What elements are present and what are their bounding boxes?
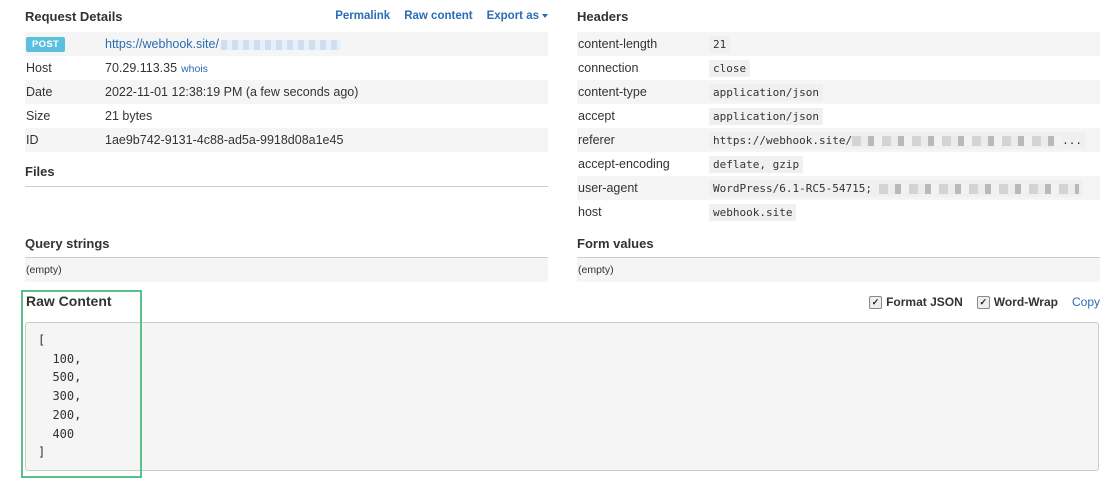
- headers-header: Headers: [577, 0, 1100, 32]
- request-details-title: Request Details: [25, 8, 123, 24]
- table-row: POST https://webhook.site/: [25, 32, 548, 56]
- files-section: Files: [25, 164, 548, 187]
- host-value: 70.29.113.35: [105, 61, 178, 75]
- redacted-referer: [852, 136, 1063, 146]
- table-row: Host 70.29.113.35 whois: [25, 56, 548, 80]
- header-value-cell: application/json: [708, 80, 1100, 104]
- raw-content-body: [ 100, 500, 300, 200, 400 ]: [38, 333, 82, 460]
- format-json-label: Format JSON: [886, 295, 963, 309]
- raw-content-header: Raw Content ✓ Format JSON ✓ Word-Wrap Copy: [25, 293, 1100, 317]
- raw-content-tools: ✓ Format JSON ✓ Word-Wrap Copy: [869, 295, 1100, 309]
- header-value-cell: application/json: [708, 104, 1100, 128]
- raw-content-box[interactable]: [ 100, 500, 300, 200, 400 ]: [25, 322, 1099, 471]
- permalink-link[interactable]: Permalink: [335, 10, 390, 22]
- user-agent-value: WordPress/6.1-RC5-54715;: [713, 182, 872, 195]
- files-title: Files: [25, 164, 55, 179]
- request-url-link[interactable]: https://webhook.site/: [105, 37, 341, 51]
- table-row: connection close: [577, 56, 1100, 80]
- query-strings-empty: (empty): [25, 258, 548, 282]
- header-value: close: [709, 60, 751, 77]
- query-strings-title: Query strings: [25, 236, 110, 251]
- header-value-cell: 21: [708, 32, 1100, 56]
- table-row: content-length 21: [577, 32, 1100, 56]
- export-as-dropdown[interactable]: Export as: [487, 10, 548, 22]
- header-value-cell: WordPress/6.1-RC5-54715;: [708, 176, 1100, 200]
- query-strings-section: Query strings (empty): [25, 236, 548, 282]
- header-value-user-agent: WordPress/6.1-RC5-54715;: [709, 180, 1083, 197]
- raw-content-link[interactable]: Raw content: [404, 10, 472, 22]
- form-values-section: Form values (empty): [577, 236, 1100, 282]
- method-cell: POST: [25, 32, 104, 56]
- header-key: content-type: [577, 80, 708, 104]
- row-key: ID: [25, 128, 104, 152]
- header-key: connection: [578, 61, 639, 75]
- header-key: accept: [578, 109, 615, 123]
- word-wrap-toggle[interactable]: ✓ Word-Wrap: [976, 295, 1058, 309]
- headers-title: Headers: [577, 8, 629, 24]
- format-json-toggle[interactable]: ✓ Format JSON: [869, 295, 963, 309]
- request-details-table: POST https://webhook.site/ Host 70.29.11…: [25, 32, 548, 152]
- row-key: Date: [25, 80, 104, 104]
- export-as-label: Export as: [486, 10, 539, 22]
- header-value: 21: [709, 36, 731, 53]
- table-row: Date 2022-11-01 12:38:19 PM (a few secon…: [25, 80, 548, 104]
- header-value-cell: https://webhook.site/...: [708, 128, 1100, 152]
- caret-down-icon: [542, 13, 548, 18]
- table-row: accept-encoding deflate, gzip: [577, 152, 1100, 176]
- header-value: deflate, gzip: [709, 156, 804, 173]
- header-value-cell: close: [708, 56, 1100, 80]
- checkbox-checked-icon[interactable]: ✓: [976, 295, 990, 309]
- row-value: 2022-11-01 12:38:19 PM (a few seconds ag…: [104, 80, 548, 104]
- header-key: referer: [577, 128, 708, 152]
- headers-panel: Headers content-length 21 connection close…: [577, 0, 1100, 282]
- request-url-text: https://webhook.site/: [105, 37, 219, 51]
- table-row: Size 21 bytes: [25, 104, 548, 128]
- header-key: content-length: [577, 32, 708, 56]
- word-wrap-label: Word-Wrap: [993, 295, 1058, 309]
- files-divider: [25, 186, 548, 187]
- header-value: application/json: [709, 84, 823, 101]
- header-key: user-agent: [577, 176, 708, 200]
- header-value-cell: deflate, gzip: [708, 152, 1100, 176]
- row-value: 21 bytes: [105, 109, 153, 123]
- referer-ellipsis: ...: [1062, 134, 1082, 147]
- row-key: Size: [26, 109, 51, 123]
- header-key: accept-encoding: [578, 157, 670, 171]
- header-value: application/json: [709, 108, 823, 125]
- method-badge: POST: [26, 37, 66, 52]
- table-row: accept application/json: [577, 104, 1100, 128]
- request-details-panel: Request Details Permalink Raw content Ex…: [25, 0, 548, 282]
- header-key: host: [578, 205, 602, 219]
- header-value-referer: https://webhook.site/...: [709, 132, 1086, 149]
- header-value: webhook.site: [709, 204, 797, 221]
- url-cell: https://webhook.site/: [104, 32, 548, 56]
- checkbox-checked-icon[interactable]: ✓: [869, 295, 883, 309]
- table-row: content-type application/json: [577, 80, 1100, 104]
- table-row: referer https://webhook.site/...: [577, 128, 1100, 152]
- redacted-user-agent: [878, 184, 1079, 194]
- referer-value: https://webhook.site/: [713, 134, 853, 147]
- row-key: Host: [26, 61, 52, 75]
- table-row: ID 1ae9b742-9131-4c88-ad5a-9918d08a1e45: [25, 128, 548, 152]
- table-row: host webhook.site: [577, 200, 1100, 224]
- form-values-title: Form values: [577, 236, 654, 251]
- whois-link[interactable]: whois: [181, 63, 208, 75]
- request-details-header: Request Details Permalink Raw content Ex…: [25, 0, 548, 32]
- form-values-empty: (empty): [577, 258, 1100, 282]
- header-value-cell: webhook.site: [708, 200, 1100, 224]
- redacted-url-token: [220, 39, 341, 50]
- row-value: 1ae9b742-9131-4c88-ad5a-9918d08a1e45: [104, 128, 548, 152]
- row-value-host: 70.29.113.35 whois: [104, 56, 548, 80]
- headers-table: content-length 21 connection close content…: [577, 32, 1100, 224]
- table-row: user-agent WordPress/6.1-RC5-54715;: [577, 176, 1100, 200]
- copy-link[interactable]: Copy: [1072, 295, 1100, 309]
- raw-content-title: Raw Content: [26, 293, 112, 309]
- request-actions: Permalink Raw content Export as: [335, 10, 548, 22]
